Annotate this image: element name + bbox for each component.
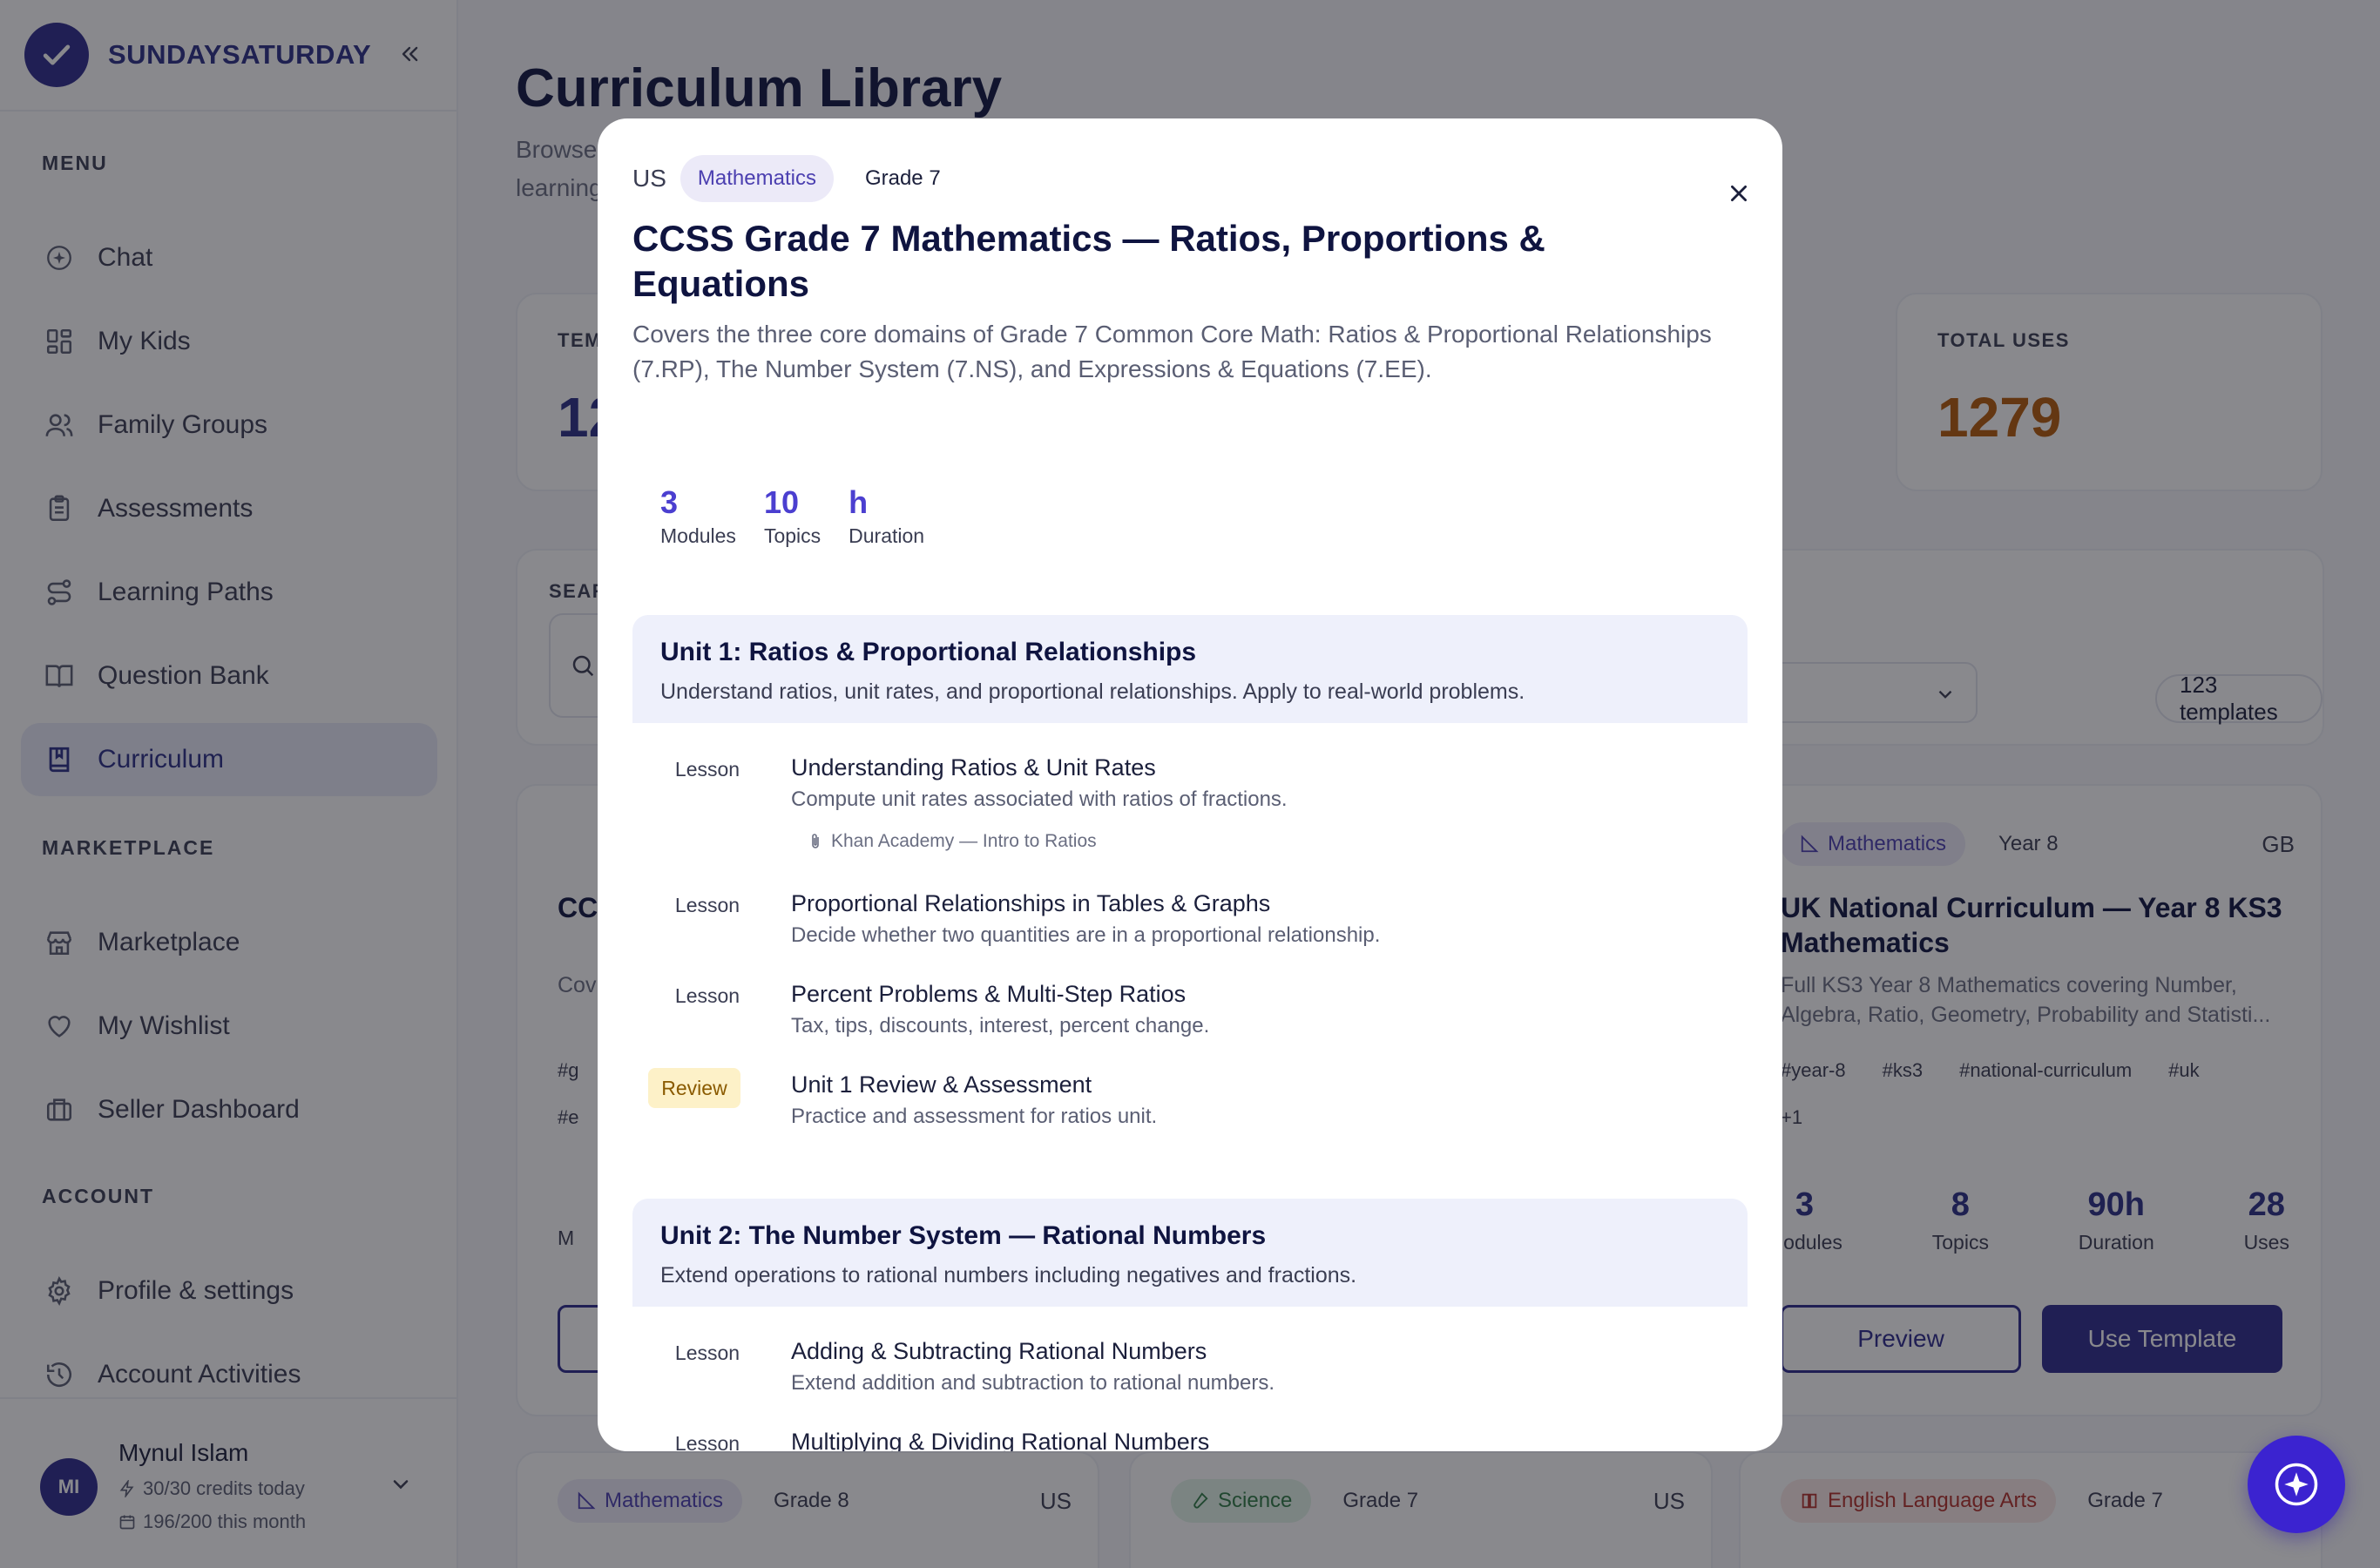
resource-label: Khan Academy — Intro to Ratios [831, 831, 1097, 851]
stat-value: h [849, 484, 869, 520]
unit-desc: Understand ratios, unit rates, and propo… [660, 679, 1525, 704]
lesson-title: Unit 1 Review & Assessment [791, 1071, 1092, 1098]
lesson-type-badge: Lesson [674, 984, 740, 1007]
close-icon[interactable] [1721, 176, 1756, 211]
lesson-type-badge: Lesson [674, 894, 740, 916]
lesson-title: Proportional Relationships in Tables & G… [791, 890, 1271, 916]
lesson-desc: Practice and assessment for ratios unit. [791, 1105, 1158, 1128]
lesson-resource-link[interactable]: Khan Academy — Intro to Ratios [808, 831, 1097, 852]
sparkle-icon [2275, 1463, 2318, 1506]
curriculum-preview-modal: US Mathematics Grade 7 CCSS Grade 7 Math… [598, 118, 1782, 1451]
stat-label: Duration [849, 524, 925, 547]
stat-label: Topics [763, 524, 822, 547]
lesson-type-badge: Lesson [674, 1342, 740, 1364]
modal-title: CCSS Grade 7 Mathematics — Ratios, Propo… [632, 218, 1545, 304]
lesson-desc: Tax, tips, discounts, interest, percent … [791, 1014, 1210, 1037]
modal-stats: 3 Modules 10 Topics h Duration [660, 484, 952, 548]
country-label: US [632, 165, 666, 192]
lesson-desc: Compute unit rates associated with ratio… [791, 787, 1288, 811]
review-badge: Review [648, 1068, 740, 1108]
stat-value: 3 [660, 484, 679, 520]
lesson-title: Multiplying & Dividing Rational Numbers [791, 1429, 1210, 1451]
stat-value: 10 [763, 484, 799, 520]
lesson-desc: Decide whether two quantities are in a p… [791, 923, 1381, 947]
unit-header[interactable]: Unit 1: Ratios & Proportional Relationsh… [632, 615, 1748, 723]
lesson-title: Percent Problems & Multi-Step Ratios [791, 981, 1187, 1007]
lesson-type-badge: Lesson [674, 758, 740, 781]
unit-title: Unit 2: The Number System — Rational Num… [660, 1221, 1267, 1250]
stat-duration: h Duration [849, 484, 924, 548]
lesson-desc: Extend addition and subtraction to ratio… [791, 1371, 1275, 1395]
subject-tag: Mathematics [680, 155, 834, 202]
modal-header-tags: US Mathematics Grade 7 [632, 155, 941, 202]
unit-title: Unit 1: Ratios & Proportional Relationsh… [660, 638, 1197, 666]
lesson-title: Understanding Ratios & Unit Rates [791, 754, 1156, 781]
grade-label: Grade 7 [864, 166, 941, 190]
unit-desc: Extend operations to rational numbers in… [660, 1263, 1357, 1288]
stat-label: Modules [660, 524, 736, 547]
paperclip-icon [812, 834, 819, 848]
ai-assistant-button[interactable] [2248, 1436, 2345, 1533]
stat-topics: 10 Topics [764, 484, 821, 548]
stat-modules: 3 Modules [660, 484, 736, 548]
lesson-title: Adding & Subtracting Rational Numbers [791, 1338, 1207, 1364]
modal-description: Covers the three core domains of Grade 7… [632, 321, 1712, 382]
lesson-type-badge: Lesson [674, 1432, 740, 1451]
unit-header[interactable]: Unit 2: The Number System — Rational Num… [632, 1199, 1748, 1307]
